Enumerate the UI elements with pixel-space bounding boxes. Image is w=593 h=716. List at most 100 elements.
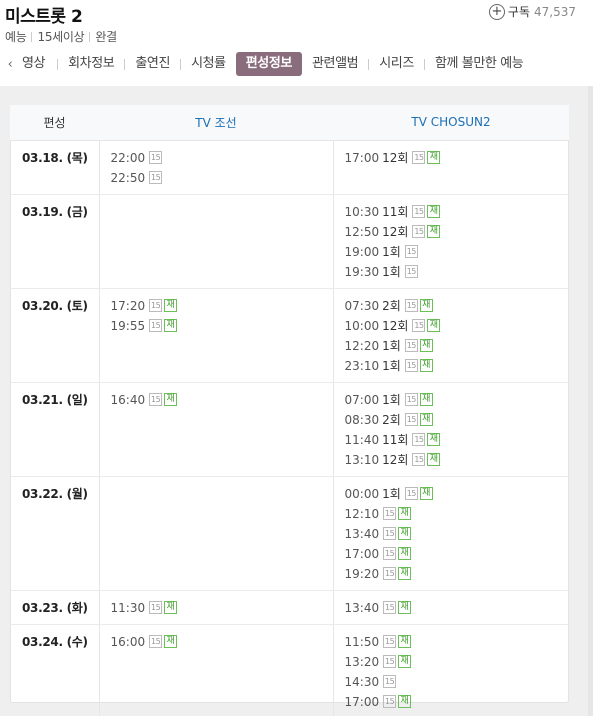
- air-time: 11:30: [110, 600, 146, 615]
- channel-a-cell: 17:20 15 재 19:55 15 재: [99, 288, 334, 383]
- tab-0[interactable]: 영상: [20, 52, 57, 76]
- schedule-entry: 11:50 15 재: [345, 632, 570, 652]
- schedule-entry: 11:40 11회 15 재: [345, 430, 570, 450]
- rerun-badge: 재: [398, 507, 412, 520]
- channel-a-cell: 16:00 15 재: [99, 624, 334, 716]
- air-time: 19:30: [344, 264, 380, 279]
- schedule-entry: 14:30 15: [345, 672, 570, 692]
- genre-label: 예능: [5, 30, 27, 44]
- rerun-badge: 재: [164, 601, 178, 614]
- rerun-badge: 재: [164, 635, 178, 648]
- channel-b-cell: 00:00 1회 15 재 12:10 15 재 13:40 15 재 17:00 15 재 19:20 1…: [333, 476, 570, 591]
- air-time: 07:00: [344, 392, 380, 407]
- age-15-badge: 15: [383, 601, 397, 614]
- schedule-entry: 12:20 1회 15 재: [345, 336, 570, 356]
- tab-3[interactable]: 시청률: [181, 52, 236, 76]
- age-15-badge: 15: [404, 487, 418, 500]
- schedule-row: 03.22. (월) 00:00 1회 15 재 12:10 15 재 13:40 15 재 17:0…: [10, 476, 570, 591]
- air-time: 11:40: [344, 432, 380, 447]
- schedule-entry: 19:20 15 재: [345, 564, 570, 584]
- air-time: 22:00: [110, 150, 146, 165]
- air-time: 12:50: [344, 224, 380, 239]
- channel-b-cell: 07:30 2회 15 재 10:00 12회 15 재 12:20 1회 15 재 23:10 1회 15…: [333, 288, 570, 383]
- chevron-left-icon[interactable]: ‹: [0, 57, 20, 72]
- channel-b-cell: 10:30 11회 15 재 12:50 12회 15 재 19:00 1회 15 19:30 1회 15: [333, 194, 570, 289]
- subscribe-button[interactable]: + 구독 47,537: [488, 3, 576, 20]
- schedule-row: 03.19. (금) 10:30 11회 15 재 12:50 12회 15 재 19:00 1회 1…: [10, 194, 570, 289]
- episode-number: 1회: [382, 339, 401, 353]
- rerun-badge: 재: [427, 225, 441, 238]
- air-time: 17:00: [344, 150, 380, 165]
- program-meta: 예능 15세이상 완결: [5, 28, 117, 45]
- age-15-badge: 15: [404, 339, 418, 352]
- channel-a-cell: [99, 194, 334, 289]
- air-time: 17:20: [110, 298, 146, 313]
- tab-7[interactable]: 함께 볼만한 예능: [425, 52, 533, 76]
- age-15-badge: 15: [383, 507, 397, 520]
- age-15-badge: 15: [404, 393, 418, 406]
- age-rating-label: 15세이상: [37, 30, 85, 44]
- air-time: 16:00: [110, 634, 146, 649]
- tab-5[interactable]: 관련앨범: [302, 52, 368, 76]
- schedule-entry: 19:55 15 재: [111, 316, 333, 336]
- subscribe-label: 구독: [507, 5, 530, 19]
- age-15-badge: 15: [383, 567, 397, 580]
- schedule-entry: 19:00 1회 15: [345, 242, 570, 262]
- tab-2[interactable]: 출연진: [125, 52, 180, 76]
- age-15-badge: 15: [149, 635, 163, 648]
- rerun-badge: 재: [398, 695, 412, 708]
- age-15-badge: 15: [383, 675, 397, 688]
- rerun-badge: 재: [427, 151, 441, 164]
- age-15-badge: 15: [149, 601, 163, 614]
- schedule-entry: 17:00 15 재: [345, 692, 570, 712]
- schedule-entry: 13:40 15 재: [345, 524, 570, 544]
- rerun-badge: 재: [419, 299, 433, 312]
- broadcast-date: 03.18. (목): [10, 140, 100, 195]
- broadcast-date: 03.21. (일): [10, 382, 100, 477]
- air-time: 08:30: [344, 412, 380, 427]
- tab-1[interactable]: 회차정보: [58, 52, 124, 76]
- schedule-entry: 22:50 15: [111, 168, 333, 188]
- air-time: 16:40: [110, 392, 146, 407]
- channel-b-cell: 11:50 15 재 13:20 15 재 14:30 15 17:00 15 재: [333, 624, 569, 716]
- tab-4[interactable]: 편성정보: [235, 52, 302, 76]
- episode-number: 2회: [382, 299, 401, 313]
- age-15-badge: 15: [383, 547, 397, 560]
- episode-number: 1회: [382, 359, 401, 373]
- plus-icon: +: [488, 3, 505, 20]
- age-15-badge: 15: [404, 299, 418, 312]
- schedule-entry: 13:10 12회 15 재: [345, 450, 570, 470]
- air-time: 23:10: [344, 358, 380, 373]
- status-label: 완결: [95, 30, 117, 44]
- age-15-badge: 15: [412, 225, 426, 238]
- broadcast-date: 03.19. (금): [10, 194, 100, 289]
- episode-number: 12회: [382, 319, 409, 333]
- air-time: 17:00: [344, 546, 380, 561]
- schedule-entry: 22:00 15: [111, 148, 333, 168]
- air-time: 19:55: [110, 318, 146, 333]
- air-time: 13:20: [344, 654, 380, 669]
- channel-a-cell: [99, 476, 334, 591]
- schedule-entry: 16:40 15 재: [111, 390, 333, 410]
- air-time: 19:00: [344, 244, 380, 259]
- rerun-badge: 재: [164, 393, 178, 406]
- air-time: 13:10: [344, 452, 380, 467]
- air-time: 11:50: [344, 634, 380, 649]
- tab-bar: ‹ 영상 회차정보 출연진 시청률 편성정보 관련앨범 시리즈 함께 볼만한 예능: [0, 51, 593, 77]
- channel-a-cell: 22:00 15 22:50 15: [99, 140, 334, 195]
- schedule-entry: 12:50 12회 15 재: [345, 222, 570, 242]
- scrollbar[interactable]: [588, 86, 593, 716]
- schedule-header-row: 편성 TV 조선 TV CHOSUN2: [10, 105, 569, 141]
- episode-number: 1회: [382, 393, 401, 407]
- rerun-badge: 재: [164, 299, 178, 312]
- schedule-entry: 07:00 1회 15 재: [345, 390, 570, 410]
- age-15-badge: 15: [149, 299, 163, 312]
- age-15-badge: 15: [383, 695, 397, 708]
- age-15-badge: 15: [412, 453, 426, 466]
- schedule-entry: 08:30 2회 15 재: [345, 410, 570, 430]
- schedule-entry: 10:30 11회 15 재: [345, 202, 570, 222]
- broadcast-date: 03.22. (월): [10, 476, 100, 591]
- age-15-badge: 15: [412, 205, 426, 218]
- tab-6[interactable]: 시리즈: [369, 52, 424, 76]
- air-time: 00:00: [344, 486, 380, 501]
